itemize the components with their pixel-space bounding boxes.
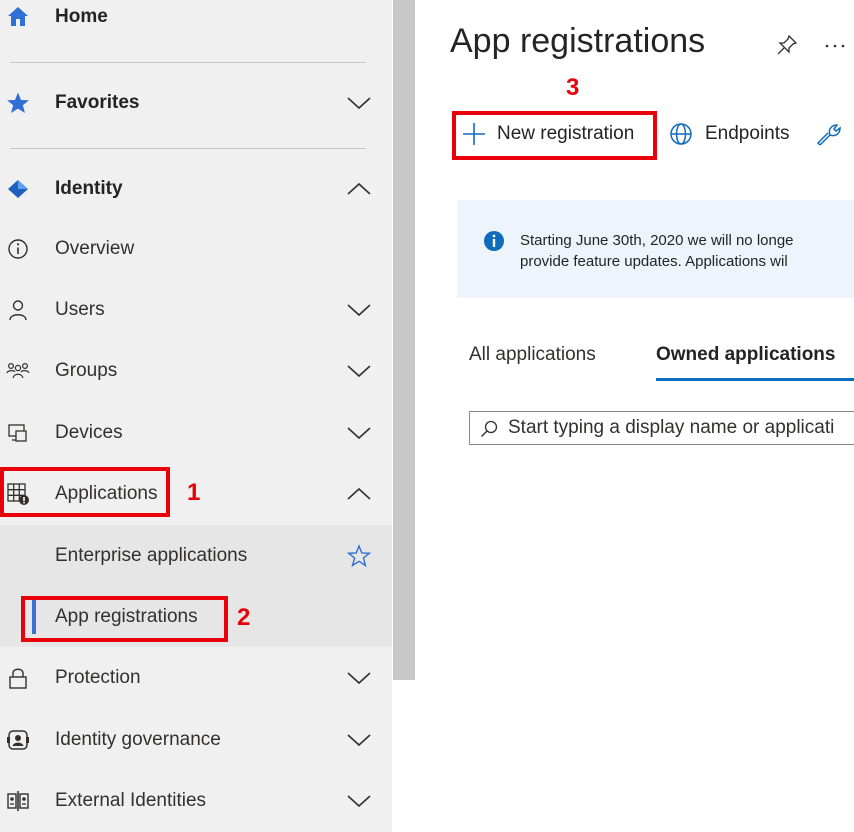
nav-external-identities-label: External Identities (55, 790, 207, 811)
divider (10, 148, 366, 149)
nav-favorites[interactable]: Favorites (0, 74, 392, 132)
nav-protection[interactable]: Protection (0, 649, 392, 707)
wrench-icon[interactable] (816, 121, 844, 149)
annotation-box-3 (452, 111, 657, 160)
chevron-down-icon[interactable] (346, 670, 372, 686)
page-title: App registrations (450, 22, 706, 60)
annotation-label-3: 3 (566, 74, 580, 101)
search-input[interactable]: Start typing a display name or applicati (469, 411, 854, 445)
nav-protection-label: Protection (55, 667, 141, 688)
nav-enterprise-applications-label: Enterprise applications (55, 545, 248, 566)
chevron-down-icon[interactable] (346, 95, 372, 111)
nav-identity-label: Identity (55, 178, 123, 199)
governance-icon (6, 728, 30, 752)
chevron-down-icon[interactable] (346, 302, 372, 318)
home-icon (6, 5, 30, 29)
nav-identity-governance-label: Identity governance (55, 729, 221, 750)
chevron-up-icon[interactable] (346, 181, 372, 197)
nav-overview-label: Overview (55, 238, 135, 259)
diamond-icon (6, 177, 30, 201)
tab-selected-underline (656, 378, 854, 381)
divider (10, 62, 366, 63)
nav-devices-label: Devices (55, 422, 123, 443)
annotation-box-2 (21, 596, 228, 642)
nav-groups[interactable]: Groups (0, 342, 392, 400)
nav-external-identities[interactable]: External Identities (0, 772, 392, 830)
group-icon (6, 359, 30, 383)
sidebar-scrollbar-thumb[interactable] (393, 0, 415, 680)
chevron-down-icon[interactable] (346, 732, 372, 748)
nav-identity-governance[interactable]: Identity governance (0, 711, 392, 769)
info-filled-icon (484, 231, 504, 251)
globe-icon (670, 123, 692, 145)
nav-devices[interactable]: Devices (0, 404, 392, 462)
endpoints-button[interactable]: Endpoints (669, 118, 790, 150)
nav-users-label: Users (55, 299, 105, 320)
nav-enterprise-applications[interactable]: Enterprise applications (0, 527, 392, 585)
devices-icon (6, 421, 30, 445)
tab-all-applications[interactable]: All applications (469, 344, 596, 366)
info-icon (6, 237, 30, 261)
annotation-label-1: 1 (187, 479, 201, 506)
banner-line-2: provide feature updates. Applications wi… (520, 253, 788, 270)
tab-owned-applications[interactable]: Owned applications (656, 344, 835, 366)
nav-users[interactable]: Users (0, 281, 392, 339)
annotation-label-2: 2 (237, 604, 251, 631)
endpoints-label: Endpoints (705, 123, 790, 144)
lock-icon (6, 666, 30, 690)
nav-overview[interactable]: Overview (0, 220, 392, 278)
search-placeholder: Start typing a display name or applicati (508, 417, 835, 438)
star-outline-icon[interactable] (347, 544, 371, 568)
chevron-down-icon[interactable] (346, 425, 372, 441)
chevron-up-icon[interactable] (346, 486, 372, 502)
person-icon (6, 298, 30, 322)
nav-favorites-label: Favorites (55, 92, 140, 113)
banner-line-1: Starting June 30th, 2020 we will no long… (520, 232, 794, 249)
nav-home[interactable]: Home (0, 0, 392, 46)
star-icon (6, 91, 30, 115)
more-icon[interactable] (824, 42, 846, 50)
annotation-box-1 (0, 467, 170, 517)
nav-groups-label: Groups (55, 360, 118, 381)
chevron-down-icon[interactable] (346, 793, 372, 809)
chevron-down-icon[interactable] (346, 363, 372, 379)
pin-icon[interactable] (776, 34, 798, 56)
external-identities-icon (6, 789, 30, 813)
banner-message: Starting June 30th, 2020 we will no long… (520, 230, 794, 272)
search-icon (481, 420, 498, 437)
nav-identity[interactable]: Identity (0, 160, 392, 218)
info-banner: Starting June 30th, 2020 we will no long… (457, 200, 854, 298)
left-navigation: Home Favorites Identity Overview Users G… (0, 0, 392, 832)
nav-home-label: Home (55, 6, 108, 27)
